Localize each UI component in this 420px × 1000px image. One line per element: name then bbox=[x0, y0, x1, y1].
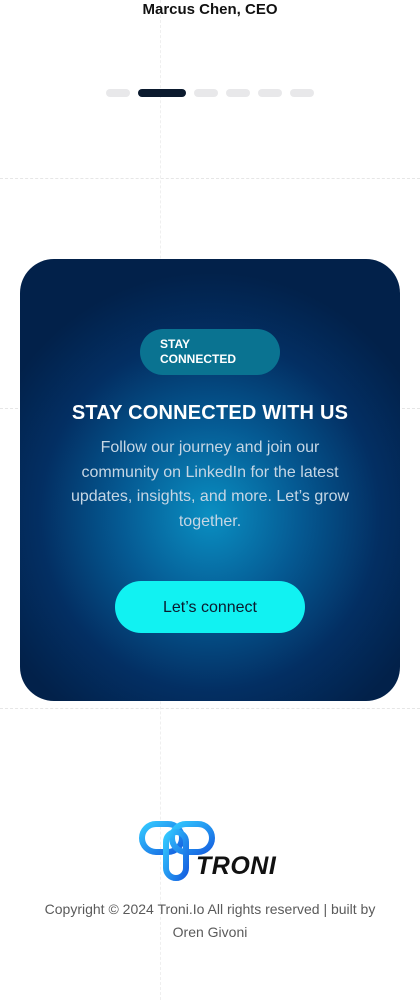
card-title: STAY CONNECTED WITH US bbox=[71, 402, 349, 424]
testimonial-author: Marcus Chen, CEO bbox=[142, 1, 278, 18]
lets-connect-button[interactable]: Let’s connect bbox=[115, 581, 305, 633]
badge-line-2: CONNECTED bbox=[160, 352, 237, 366]
badge-line-1: STAY bbox=[160, 337, 191, 351]
guide-line bbox=[0, 178, 420, 179]
card-description: Follow our journey and join our communit… bbox=[70, 439, 350, 530]
carousel-dot[interactable] bbox=[194, 89, 218, 97]
logo-wordmark: TRONI bbox=[196, 852, 277, 880]
carousel-dot-active[interactable] bbox=[138, 89, 186, 97]
footer-copyright: Copyright © 2024 Troni.Io All rights res… bbox=[10, 898, 410, 944]
carousel-dot[interactable] bbox=[258, 89, 282, 97]
stay-connected-card: STAY CONNECTED STAY CONNECTED WITH US Fo… bbox=[20, 259, 400, 701]
guide-line bbox=[0, 708, 420, 709]
copyright-line-2[interactable]: Oren Givoni bbox=[10, 921, 410, 944]
stay-connected-badge: STAY CONNECTED bbox=[140, 329, 280, 375]
carousel-dot[interactable] bbox=[106, 89, 130, 97]
carousel-dot[interactable] bbox=[226, 89, 250, 97]
carousel-dot[interactable] bbox=[290, 89, 314, 97]
carousel-pagination bbox=[106, 89, 314, 97]
copyright-line-1: Copyright © 2024 Troni.Io All rights res… bbox=[44, 901, 376, 917]
